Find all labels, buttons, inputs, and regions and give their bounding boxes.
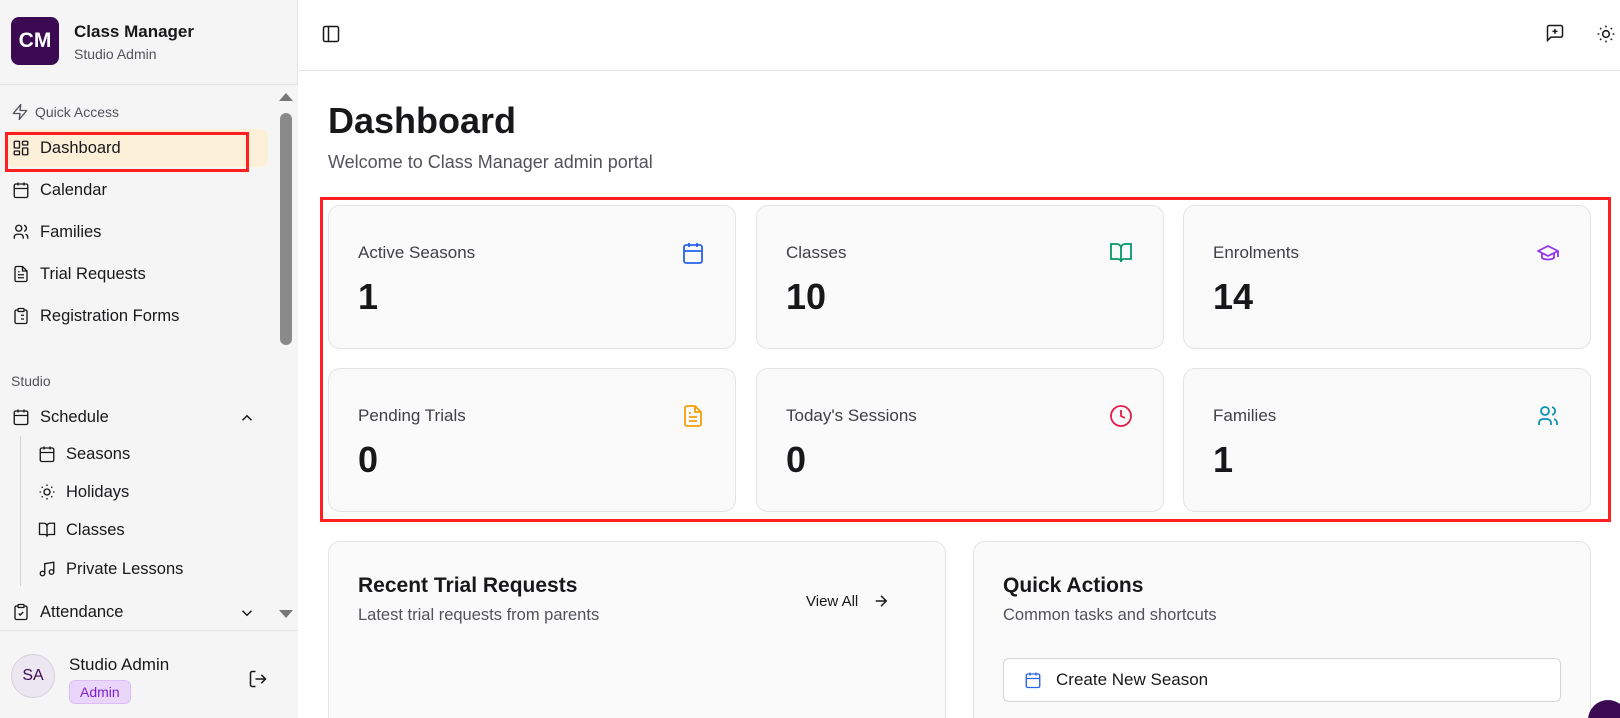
- user-footer: SA Studio Admin Admin: [0, 630, 298, 718]
- sidebar-item-classes[interactable]: Classes: [38, 512, 125, 548]
- stat-value: 1: [1213, 439, 1234, 480]
- sidebar-item-label: Classes: [66, 520, 125, 539]
- clock-icon: [1110, 405, 1132, 427]
- sidebar-item-private-lessons[interactable]: Private Lessons: [38, 551, 183, 587]
- quick-access-heading: Quick Access: [11, 103, 119, 121]
- sidebar-item-registration-forms[interactable]: Registration Forms: [8, 297, 268, 335]
- panel-title: Quick Actions: [1003, 574, 1144, 597]
- clipboard-list-icon: [14, 307, 28, 325]
- brand-logo: CM: [11, 17, 59, 65]
- sidebar-item-families[interactable]: Families: [8, 213, 268, 251]
- role-badge: Admin: [69, 680, 131, 704]
- stat-card-enrolments[interactable]: Enrolments 14: [1183, 205, 1591, 349]
- floating-help-button[interactable]: [1588, 700, 1620, 718]
- book-open-icon: [38, 522, 56, 537]
- music-icon: [39, 561, 55, 577]
- sidebar-item-label: Private Lessons: [66, 559, 184, 578]
- file-text-icon: [14, 265, 28, 283]
- panel-subtitle: Common tasks and shortcuts: [1003, 606, 1217, 624]
- sidebar-nav: Quick Access Dashboard Calendar Families…: [0, 85, 274, 630]
- stat-label: Enrolments: [1213, 243, 1299, 262]
- stat-card-pending-trials[interactable]: Pending Trials 0: [328, 368, 736, 512]
- scroll-down-arrow-icon[interactable]: [279, 610, 293, 618]
- users-icon: [13, 224, 29, 239]
- file-text-icon: [684, 405, 702, 427]
- sidebar-item-seasons[interactable]: Seasons: [38, 436, 130, 472]
- create-new-season-button[interactable]: Create New Season: [1003, 658, 1561, 702]
- panel-title: Recent Trial Requests: [358, 574, 578, 597]
- avatar[interactable]: SA: [11, 654, 55, 698]
- logout-icon[interactable]: [248, 669, 268, 689]
- quick-actions-panel: Quick Actions Common tasks and shortcuts…: [973, 541, 1591, 718]
- page-title: Dashboard: [328, 100, 517, 141]
- stat-label: Active Seasons: [358, 243, 476, 262]
- sidebar-item-label: Trial Requests: [40, 264, 146, 283]
- stat-value: 1: [358, 276, 379, 317]
- calendar-icon: [683, 243, 703, 264]
- graduation-cap-icon: [1537, 245, 1559, 261]
- stat-card-families[interactable]: Families 1: [1183, 368, 1591, 512]
- users-icon: [1538, 406, 1558, 425]
- sidebar-item-holidays[interactable]: Holidays: [38, 474, 129, 510]
- scroll-thumb[interactable]: [280, 113, 292, 345]
- stat-value: 10: [786, 276, 827, 317]
- action-label: Create New Season: [1056, 670, 1209, 689]
- topbar: [299, 0, 1620, 71]
- stat-value: 0: [786, 439, 807, 480]
- sidebar-item-attendance[interactable]: Attendance: [8, 593, 268, 630]
- sidebar-item-label: Seasons: [66, 444, 131, 463]
- sidebar-item-dashboard[interactable]: Dashboard: [8, 129, 268, 167]
- stat-value: 0: [358, 439, 379, 480]
- sidebar-item-schedule[interactable]: Schedule: [8, 398, 268, 436]
- studio-heading: Studio: [11, 373, 51, 389]
- sidebar-item-label: Families: [40, 222, 102, 241]
- recent-trial-requests-panel: Recent Trial Requests Latest trial reque…: [328, 541, 946, 718]
- submenu-guide-line: [20, 436, 21, 586]
- sidebar-item-label: Attendance: [40, 602, 124, 621]
- stat-value: 14: [1213, 276, 1254, 317]
- sidebar-scrollbar[interactable]: [274, 85, 298, 630]
- view-all-label: View All: [806, 592, 859, 610]
- stat-card-active-seasons[interactable]: Active Seasons 1: [328, 205, 736, 349]
- calendar-days-icon: [13, 409, 29, 426]
- scroll-up-arrow-icon[interactable]: [279, 93, 293, 101]
- sidebar-item-label: Registration Forms: [40, 306, 180, 325]
- calendar-icon: [1025, 672, 1041, 689]
- sidebar-item-calendar[interactable]: Calendar: [8, 171, 268, 209]
- stat-card-classes[interactable]: Classes 10: [756, 205, 1164, 349]
- brand-subtitle: Studio Admin: [74, 46, 157, 62]
- stat-label: Today's Sessions: [786, 406, 917, 425]
- sun-icon: [39, 484, 55, 500]
- sidebar-toggle-icon[interactable]: [321, 24, 341, 44]
- chevron-down-icon: [241, 610, 253, 617]
- calendar-icon: [13, 182, 29, 199]
- brand-header[interactable]: CM Class Manager Studio Admin: [0, 0, 298, 85]
- page-subtitle: Welcome to Class Manager admin portal: [328, 152, 653, 172]
- stat-label: Classes: [786, 243, 847, 262]
- sidebar-item-trial-requests[interactable]: Trial Requests: [8, 255, 268, 293]
- sidebar-item-label: Schedule: [40, 407, 109, 426]
- sidebar-item-label: Calendar: [40, 180, 107, 199]
- chevron-up-icon: [241, 414, 253, 421]
- book-open-icon: [1110, 243, 1132, 263]
- sun-icon[interactable]: [1596, 24, 1616, 44]
- stat-label: Families: [1213, 406, 1277, 425]
- sidebar: CM Class Manager Studio Admin Quick Acce…: [0, 0, 298, 718]
- layout-dashboard-icon: [13, 140, 29, 156]
- calendar-icon: [39, 446, 55, 463]
- sidebar-item-label: Dashboard: [40, 138, 121, 157]
- clipboard-check-icon: [14, 603, 28, 621]
- stat-card-todays-sessions[interactable]: Today's Sessions 0: [756, 368, 1164, 512]
- arrow-right-icon: [876, 595, 888, 607]
- panel-subtitle: Latest trial requests from parents: [358, 606, 600, 624]
- brand-name: Class Manager: [74, 22, 194, 41]
- sidebar-item-label: Holidays: [66, 482, 130, 501]
- user-name: Studio Admin: [69, 655, 170, 674]
- stat-label: Pending Trials: [358, 406, 466, 425]
- feedback-icon[interactable]: [1545, 23, 1565, 43]
- view-all-button[interactable]: View All: [806, 592, 890, 610]
- zap-icon: [12, 103, 28, 121]
